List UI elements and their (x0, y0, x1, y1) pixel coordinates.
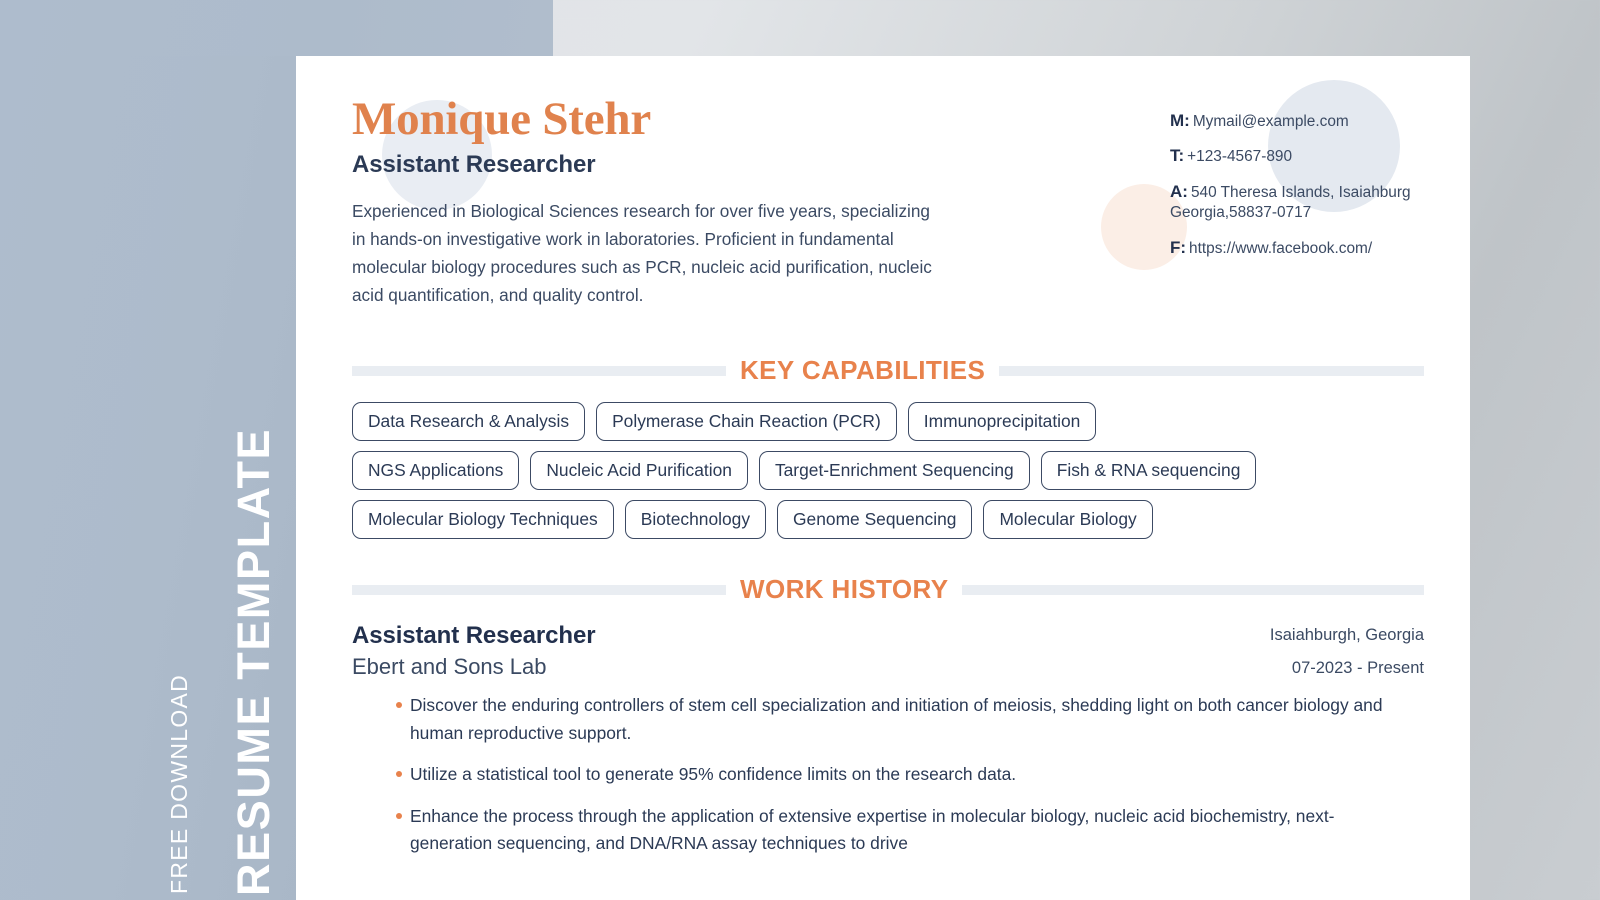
section-header-key-capabilities: KEY CAPABILITIES (352, 355, 1424, 386)
skill-row: Data Research & Analysis Polymerase Chai… (352, 402, 1424, 442)
skills-list: Data Research & Analysis Polymerase Chai… (296, 386, 1470, 540)
work-history-entry: Assistant Researcher Ebert and Sons Lab … (296, 605, 1470, 858)
bullet-dot-icon (396, 702, 402, 709)
contact-label-phone: T: (1170, 146, 1185, 166)
contact-value-address: 540 Theresa Islands, Isaiahburg Georgia,… (1170, 183, 1411, 222)
skill-pill[interactable]: NGS Applications (352, 451, 520, 491)
work-entry-dates: 07-2023 - Present (1291, 659, 1424, 678)
skill-pill[interactable]: Biotechnology (624, 500, 767, 540)
contact-row-email: M: Mymail@example.com (1170, 110, 1424, 132)
list-item: Utilize a statistical tool to generate 9… (396, 761, 1396, 789)
section-rule-right (999, 365, 1424, 376)
skill-row: Molecular Biology Techniques Biotechnolo… (352, 500, 1424, 540)
contact-label-address: A: (1170, 181, 1188, 201)
skill-pill[interactable]: Target-Enrichment Sequencing (758, 451, 1030, 491)
skill-pill[interactable]: Fish & RNA sequencing (1040, 451, 1257, 491)
bullet-dot-icon (396, 771, 402, 778)
skill-pill[interactable]: Nucleic Acid Purification (530, 451, 748, 491)
section-header-work-history: WORK HISTORY (352, 574, 1424, 605)
contact-block: M: Mymail@example.com T: +123-4567-890 A: 5… (1170, 96, 1470, 272)
background-band-top (0, 0, 553, 56)
page-title: Monique Stehr (352, 93, 651, 145)
section-rule-right (962, 584, 1424, 595)
list-item: Enhance the process through the applicat… (396, 803, 1396, 858)
header-job-title: Assistant Researcher (352, 150, 596, 178)
work-entry-heading-row: Assistant Researcher Ebert and Sons Lab … (352, 622, 1424, 680)
work-entry-location: Isaiahburgh, Georgia (1269, 626, 1424, 645)
contact-row-phone: T: +123-4567-890 (1170, 145, 1424, 167)
contact-row-facebook: F: https://www.facebook.com/ (1170, 237, 1424, 259)
skill-pill[interactable]: Molecular Biology Techniques (352, 500, 614, 540)
skill-pill[interactable]: Genome Sequencing (777, 500, 973, 540)
section-rule-left (352, 365, 726, 376)
skill-pill[interactable]: Data Research & Analysis (352, 402, 586, 442)
section-title-key-capabilities: KEY CAPABILITIES (740, 355, 986, 386)
skill-pill[interactable]: Molecular Biology (983, 500, 1153, 540)
skill-row: NGS Applications Nucleic Acid Purificati… (352, 451, 1424, 491)
work-entry-company: Ebert and Sons Lab (352, 654, 547, 680)
professional-summary: Experienced in Biological Sciences resea… (352, 200, 932, 305)
skill-pill[interactable]: Polymerase Chain Reaction (PCR) (596, 402, 897, 442)
contact-label-facebook: F: (1170, 237, 1187, 257)
work-entry-bullets: Discover the enduring controllers of ste… (352, 692, 1424, 858)
list-item-text: Discover the enduring controllers of ste… (410, 695, 1383, 743)
skill-pill[interactable]: Immunoprecipitation (907, 402, 1097, 442)
work-entry-role: Assistant Researcher (352, 622, 596, 650)
list-item-text: Utilize a statistical tool to generate 9… (410, 764, 1017, 785)
bullet-dot-icon (396, 812, 402, 819)
list-item-text: Enhance the process through the applicat… (410, 805, 1335, 854)
contact-value-email[interactable]: Mymail@example.com (1193, 113, 1349, 130)
work-entry-right: Isaiahburgh, Georgia 07-2023 - Present (1270, 622, 1424, 678)
contact-label-email: M: (1170, 111, 1190, 130)
contact-value-facebook[interactable]: https://www.facebook.com/ (1189, 240, 1372, 257)
contact-row-address: A: 540 Theresa Islands, Isaiahburg Georgi… (1170, 181, 1424, 224)
background-band-left (0, 56, 305, 900)
work-entry-left: Assistant Researcher Ebert and Sons Lab (352, 622, 1270, 680)
resume-header: Monique Stehr Assistant Researcher Exper… (296, 56, 1470, 309)
section-rule-left (352, 584, 726, 595)
section-title-work-history: WORK HISTORY (740, 574, 949, 605)
identity-block: Monique Stehr Assistant Researcher Exper… (352, 93, 992, 309)
resume-page: Monique Stehr Assistant Researcher Exper… (296, 56, 1470, 900)
list-item: Discover the enduring controllers of ste… (396, 692, 1396, 747)
contact-value-phone[interactable]: +123-4567-890 (1187, 148, 1292, 165)
